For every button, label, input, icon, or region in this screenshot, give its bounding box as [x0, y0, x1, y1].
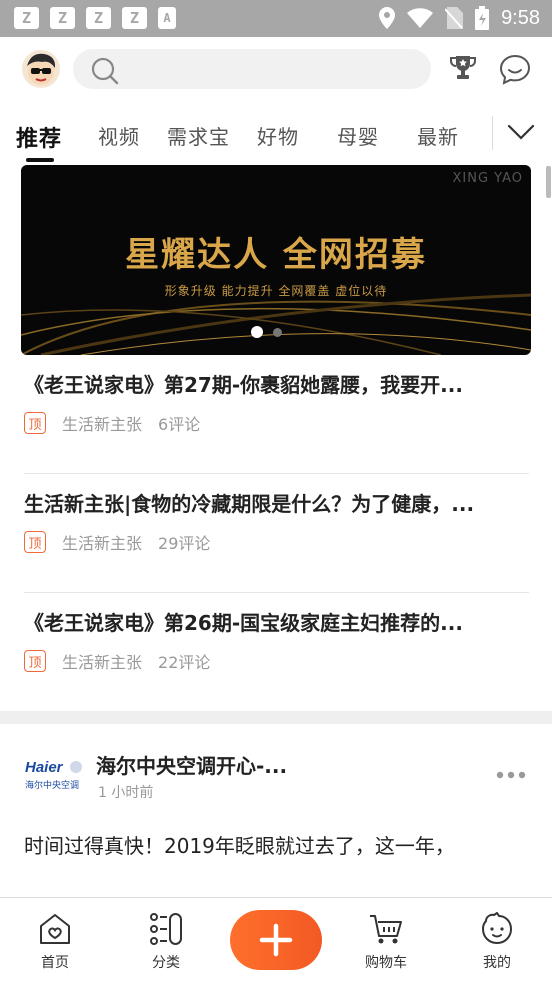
plus-icon: [259, 923, 293, 957]
pinned-badge: 顶: [24, 412, 46, 434]
bottom-navigation: 首页 分类 购物车 我的: [0, 897, 552, 982]
top-header: [0, 37, 552, 101]
article-comments: 6评论: [158, 415, 201, 434]
more-options-icon[interactable]: [496, 771, 526, 779]
search-icon: [91, 57, 119, 85]
list-item[interactable]: 《老王说家电》第26期-国宝级家庭主妇推荐的... 顶 生活新主张 22评论: [24, 593, 529, 712]
nav-home[interactable]: 首页: [15, 898, 95, 982]
avatar[interactable]: [22, 50, 60, 88]
status-bar: Z Z Z Z A 9:58: [0, 0, 552, 37]
tab-video[interactable]: 视频: [98, 121, 140, 150]
battery-icon: [475, 6, 490, 30]
publish-button[interactable]: [230, 910, 322, 970]
notification-icon: Z: [86, 7, 111, 29]
post-author-name[interactable]: 海尔中央空调开心-...: [96, 750, 287, 779]
wifi-icon: [407, 8, 434, 28]
nav-category[interactable]: 分类: [126, 898, 206, 982]
article-meta: 顶 生活新主张 6评论: [24, 411, 200, 435]
notification-icon: Z: [50, 7, 75, 29]
tab-baby[interactable]: 母婴: [337, 121, 379, 150]
carousel-dot-active: [251, 326, 263, 338]
carousel-dot: [273, 327, 282, 337]
article-author: 生活新主张: [62, 534, 143, 553]
banner-title: 星耀达人 全网招募: [125, 235, 427, 275]
article-comments: 22评论: [158, 653, 211, 672]
promo-banner[interactable]: XING YAO 星耀达人 全网招募 形象升级 能力提升 全网覆盖 虚位以待: [21, 165, 531, 355]
article-title: 《老王说家电》第27期-你裹貂她露腰，我要开...: [24, 373, 463, 397]
svg-text:海尔中央空调: 海尔中央空调: [25, 779, 79, 791]
banner-subtitle: 形象升级 能力提升 全网覆盖 虚位以待: [164, 284, 388, 298]
post-time: 1 小时前: [98, 785, 154, 801]
nav-cart[interactable]: 购物车: [346, 898, 426, 982]
tab-latest[interactable]: 最新: [417, 121, 459, 150]
search-bar[interactable]: [73, 49, 431, 89]
article-meta: 顶 生活新主张 29评论: [24, 530, 210, 554]
nav-cart-label: 购物车: [365, 955, 407, 971]
category-tabs: 推荐 视频 需求宝 好物 母婴 最新: [0, 101, 552, 165]
pinned-badge: 顶: [24, 650, 46, 672]
profile-icon: [481, 912, 513, 945]
pinned-badge: 顶: [24, 531, 46, 553]
nav-category-label: 分类: [152, 955, 180, 971]
trophy-icon[interactable]: [449, 54, 477, 82]
location-icon: [379, 7, 396, 29]
tab-recommend[interactable]: 推荐: [16, 121, 62, 153]
notification-icon: Z: [122, 7, 147, 29]
nav-home-label: 首页: [41, 955, 69, 971]
nav-mine-label: 我的: [483, 955, 511, 971]
notification-icon: A: [158, 7, 176, 29]
section-divider: [0, 711, 552, 724]
article-author: 生活新主张: [62, 653, 143, 672]
article-meta: 顶 生活新主张 22评论: [24, 649, 210, 673]
category-icon: [150, 913, 182, 945]
svg-text:Haier: Haier: [25, 759, 64, 776]
chevron-down-icon[interactable]: [507, 123, 535, 141]
list-item[interactable]: 《老王说家电》第27期-你裹貂她露腰，我要开... 顶 生活新主张 6评论: [24, 355, 529, 474]
article-author: 生活新主张: [62, 415, 143, 434]
clock: 9:58: [501, 6, 540, 29]
tab-divider: [492, 116, 493, 150]
list-item[interactable]: 生活新主张|食物的冷藏期限是什么？为了健康，... 顶 生活新主张 29评论: [24, 474, 529, 593]
message-icon[interactable]: [499, 53, 531, 85]
article-title: 《老王说家电》第26期-国宝级家庭主妇推荐的...: [24, 611, 463, 635]
nav-mine[interactable]: 我的: [457, 898, 537, 982]
carousel-indicator: [251, 326, 282, 338]
tab-demand[interactable]: 需求宝: [167, 121, 230, 150]
avatar-face-icon: [27, 53, 56, 85]
cart-icon: [370, 915, 402, 944]
active-tab-indicator: [26, 158, 54, 162]
banner-brand: XING YAO: [452, 171, 523, 186]
notification-icons: Z Z Z Z A: [14, 7, 176, 29]
post-text[interactable]: 时间过得真快！2019年眨眼就过去了，这一年，: [24, 830, 455, 859]
scrollbar[interactable]: [546, 166, 551, 198]
home-icon: [40, 914, 70, 944]
article-title: 生活新主张|食物的冷藏期限是什么？为了健康，...: [24, 492, 475, 516]
no-sim-icon: [445, 7, 464, 29]
notification-icon: Z: [14, 7, 39, 29]
tab-goods[interactable]: 好物: [257, 121, 299, 150]
article-comments: 29评论: [158, 534, 211, 553]
haier-logo[interactable]: Haier 海尔中央空调: [24, 752, 84, 794]
